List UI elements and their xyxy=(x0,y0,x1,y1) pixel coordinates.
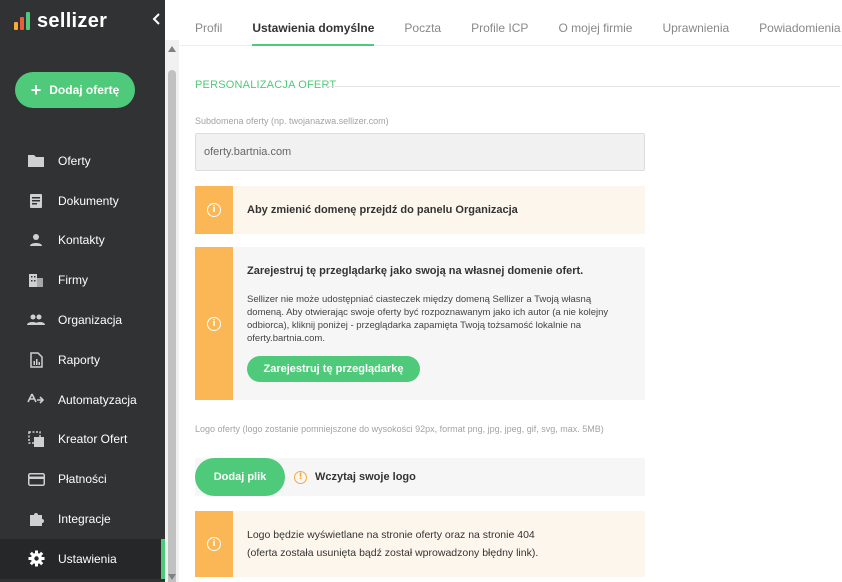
sidebar-item-label: Firmy xyxy=(58,273,88,288)
add-offer-label: Dodaj ofertę xyxy=(49,83,120,97)
tab-profile-icp[interactable]: Profile ICP xyxy=(471,0,528,46)
add-offer-button[interactable]: + Dodaj ofertę xyxy=(15,72,135,108)
sidebar-item-label: Raporty xyxy=(58,352,101,367)
tab-uprawnienia[interactable]: Uprawnienia xyxy=(662,0,729,46)
scroll-down-icon[interactable] xyxy=(168,574,176,580)
sidebar-item-kontakty[interactable]: Kontakty xyxy=(0,221,165,261)
logo-notice-line2: (oferta została usunięta bądź został wpr… xyxy=(247,547,539,559)
subdomain-label: Subdomena oferty (np. twojanazwa.sellize… xyxy=(195,116,389,126)
scroll-up-icon[interactable] xyxy=(168,46,176,52)
tab-profil[interactable]: Profil xyxy=(195,0,222,46)
tab-poczta[interactable]: Poczta xyxy=(404,0,441,46)
sidebar-item-label: Integracje xyxy=(58,512,111,527)
register-text: Sellizer nie może udostępniać ciasteczek… xyxy=(247,294,609,344)
info-icon: i xyxy=(207,537,221,551)
info-icon: i xyxy=(207,316,221,331)
sidebar-item-integracje[interactable]: Integracje xyxy=(0,499,165,539)
credit-card-icon xyxy=(27,470,45,488)
tab-o-mojej-firmie[interactable]: O mojej firmie xyxy=(558,0,632,46)
scrollbar[interactable] xyxy=(165,40,179,582)
sidebar-item-label: Oferty xyxy=(58,153,91,168)
wizard-icon xyxy=(27,430,45,448)
logo-label: Logo oferty (logo zostanie pomniejszone … xyxy=(195,424,604,434)
report-icon xyxy=(27,351,45,369)
plus-icon: + xyxy=(30,80,42,100)
domain-change-notice: i Aby zmienić domenę przejdź do panelu O… xyxy=(195,186,645,234)
brand-logo[interactable]: sellizer xyxy=(14,8,107,34)
add-file-button[interactable]: Dodaj plik xyxy=(195,458,285,496)
notice-bar: i xyxy=(195,511,233,577)
logo-bars-icon xyxy=(14,12,30,30)
puzzle-icon xyxy=(27,510,45,528)
register-browser-notice: i Zarejestruj tę przeglądarkę jako swoją… xyxy=(195,247,645,400)
sidebar-item-label: Dokumenty xyxy=(58,193,119,208)
scrollbar-thumb[interactable] xyxy=(168,70,176,582)
sidebar-item-label: Automatyzacja xyxy=(58,392,137,407)
notice-bar: i xyxy=(195,247,233,400)
logo-notice-line1: Logo będzie wyświetlane na stronie ofert… xyxy=(247,529,535,541)
sidebar-item-organizacja[interactable]: Organizacja xyxy=(0,300,165,340)
logo-notice: i Logo będzie wyświetlane na stronie ofe… xyxy=(195,511,645,577)
sidebar-item-label: Kreator Ofert xyxy=(58,432,128,447)
sidebar-nav: Oferty Dokumenty Kontakty Firmy Organiza… xyxy=(0,141,165,579)
gear-icon xyxy=(27,550,45,568)
subdomain-input[interactable]: oferty.bartnia.com xyxy=(195,133,645,171)
folder-icon xyxy=(27,152,45,170)
person-icon xyxy=(27,231,45,249)
people-icon xyxy=(27,311,45,329)
chevron-left-icon[interactable] xyxy=(152,12,162,28)
tab-powiadomienia[interactable]: Powiadomienia xyxy=(759,0,840,46)
brand-name: sellizer xyxy=(37,9,108,32)
sidebar-item-label: Ustawienia xyxy=(58,551,117,566)
sidebar-item-kreator-ofert[interactable]: Kreator Ofert xyxy=(0,420,165,460)
document-icon xyxy=(27,192,45,210)
warning-icon: ! xyxy=(294,470,307,484)
logo-upload-row: Dodaj plik ! Wczytaj swoje logo xyxy=(195,458,645,496)
automation-icon xyxy=(27,391,45,409)
sidebar-item-automatyzacja[interactable]: Automatyzacja xyxy=(0,380,165,420)
settings-tabs: Profil Ustawienia domyślne Poczta Profil… xyxy=(180,0,842,46)
sidebar-item-oferty[interactable]: Oferty xyxy=(0,141,165,181)
sidebar-item-firmy[interactable]: Firmy xyxy=(0,260,165,300)
sidebar-item-label: Płatności xyxy=(58,472,107,487)
info-icon: i xyxy=(207,203,221,217)
register-browser-button[interactable]: Zarejestruj tę przeglądarkę xyxy=(247,356,420,382)
upload-hint-text: Wczytaj swoje logo xyxy=(315,471,416,483)
sidebar-item-platnosci[interactable]: Płatności xyxy=(0,459,165,499)
tab-ustawienia-domyslne[interactable]: Ustawienia domyślne xyxy=(252,0,375,46)
notice-bar: i xyxy=(195,186,233,234)
sidebar-item-raporty[interactable]: Raporty xyxy=(0,340,165,380)
subdomain-value: oferty.bartnia.com xyxy=(204,146,292,158)
domain-change-text: Aby zmienić domenę przejdź do panelu Org… xyxy=(247,204,518,216)
sidebar-item-dokumenty[interactable]: Dokumenty xyxy=(0,181,165,221)
sidebar: sellizer + Dodaj ofertę Oferty Dokumenty… xyxy=(0,0,165,582)
section-divider xyxy=(325,86,840,87)
sidebar-item-ustawienia[interactable]: Ustawienia xyxy=(0,538,165,579)
sidebar-item-label: Organizacja xyxy=(58,313,123,328)
section-title: PERSONALIZACJA OFERT xyxy=(195,79,337,91)
register-title: Zarejestruj tę przeglądarkę jako swoją n… xyxy=(247,265,584,277)
sidebar-item-label: Kontakty xyxy=(58,233,105,248)
building-icon xyxy=(27,271,45,289)
